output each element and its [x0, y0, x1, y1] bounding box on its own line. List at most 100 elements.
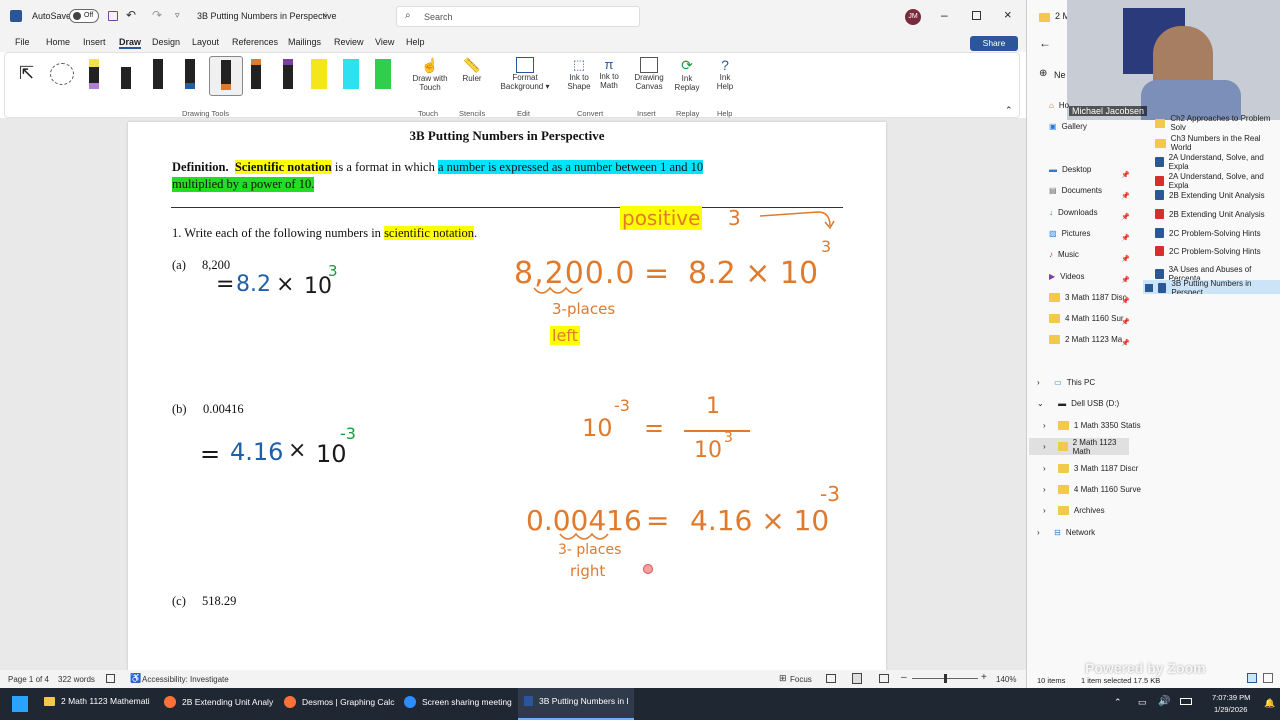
- highlighter-green-icon[interactable]: [375, 59, 391, 89]
- taskbar-item-firefox1[interactable]: 2B Extending Unit Analy: [164, 696, 273, 708]
- usb-folder[interactable]: › 3 Math 1187 Discr: [1043, 464, 1138, 473]
- user-avatar[interactable]: JM: [905, 9, 921, 25]
- proofing-icon[interactable]: [106, 674, 115, 683]
- share-button[interactable]: Share: [970, 36, 1018, 51]
- file-item[interactable]: Ch3 Numbers in the Real World: [1155, 134, 1280, 152]
- clock-date[interactable]: 1/29/2026: [1214, 705, 1247, 714]
- accessibility-status[interactable]: Accessibility: Investigate: [142, 675, 229, 684]
- pen-purple-icon[interactable]: [283, 59, 293, 89]
- word-count[interactable]: 322 words: [58, 675, 95, 684]
- tab-draw[interactable]: Draw: [119, 37, 142, 49]
- nav-gallery[interactable]: ▣ Gallery: [1049, 122, 1087, 131]
- checkbox-icon[interactable]: [1145, 283, 1153, 292]
- ink-to-math-button[interactable]: π Ink to Math: [594, 57, 624, 90]
- quick-music[interactable]: ♪ Music: [1049, 250, 1079, 259]
- quick-desktop[interactable]: ▬ Desktop: [1049, 165, 1091, 174]
- tab-file[interactable]: File: [15, 37, 30, 47]
- ruler-button[interactable]: 📏 Ruler: [457, 57, 487, 83]
- chevron-right-icon[interactable]: ›: [1037, 378, 1040, 387]
- pen-blue-icon[interactable]: [185, 59, 195, 89]
- tab-references[interactable]: References: [232, 37, 278, 47]
- usb-folder[interactable]: › 1 Math 3350 Statis: [1043, 421, 1141, 430]
- file-item[interactable]: 2B Extending Unit Analysis: [1155, 190, 1265, 200]
- file-item[interactable]: 2C Problem-Solving Hints: [1155, 228, 1261, 238]
- ink-replay-button[interactable]: ⟳ Ink Replay: [673, 57, 701, 92]
- tiles-view-icon[interactable]: [1263, 673, 1273, 683]
- ink-help-button[interactable]: ? Ink Help: [711, 57, 739, 91]
- autosave-toggle[interactable]: Off: [69, 9, 99, 23]
- focus-button[interactable]: Focus: [790, 675, 812, 684]
- zoom-in-icon[interactable]: +: [981, 672, 987, 683]
- highlighter-cyan-icon[interactable]: [343, 59, 359, 89]
- taskbar-item-word[interactable]: 3B Putting Numbers in I: [524, 696, 629, 706]
- quick-folder-1123[interactable]: 2 Math 1123 Ma: [1049, 335, 1122, 344]
- lasso-select-icon[interactable]: [50, 63, 74, 85]
- pen-orange2-icon[interactable]: [251, 59, 261, 89]
- new-button-icon[interactable]: ⊕: [1039, 68, 1047, 79]
- tab-layout[interactable]: Layout: [192, 37, 219, 47]
- quick-folder-1187[interactable]: 3 Math 1187 Disc: [1049, 293, 1127, 302]
- pen-orange-icon[interactable]: [209, 56, 243, 96]
- taskbar-item-firefox2[interactable]: Desmos | Graphing Calc: [284, 696, 394, 708]
- pen-white-icon[interactable]: [121, 59, 131, 89]
- chevron-right-icon[interactable]: ›: [1043, 506, 1046, 515]
- usb-folder-selected[interactable]: › 2 Math 1123 Math: [1029, 438, 1129, 456]
- tab-insert[interactable]: Insert: [83, 37, 106, 47]
- zoom-level[interactable]: 140%: [996, 675, 1016, 684]
- read-mode-icon[interactable]: [826, 674, 836, 683]
- chevron-right-icon[interactable]: ›: [1043, 421, 1046, 430]
- nav-network[interactable]: › ⊟ Network: [1037, 528, 1095, 537]
- back-arrow-icon[interactable]: ←: [1039, 36, 1051, 50]
- file-item-selected[interactable]: 3B Putting Numbers in Perspect: [1143, 279, 1280, 294]
- taskbar-item-zoom[interactable]: Screen sharing meeting: [404, 696, 512, 708]
- drawing-canvas-button[interactable]: Drawing Canvas: [631, 57, 667, 91]
- network-tray-icon[interactable]: ▭: [1138, 697, 1147, 708]
- chevron-right-icon[interactable]: ›: [1043, 464, 1046, 473]
- tab-review[interactable]: Review: [334, 37, 364, 47]
- quick-downloads[interactable]: ↓ Downloads: [1049, 208, 1098, 217]
- taskbar-item-explorer[interactable]: 2 Math 1123 Mathemati: [44, 696, 150, 706]
- chevron-right-icon[interactable]: ›: [1043, 442, 1046, 451]
- file-item[interactable]: 2B Extending Unit Analysis: [1155, 209, 1265, 219]
- quick-videos[interactable]: ▶ Videos: [1049, 272, 1084, 281]
- tab-view[interactable]: View: [375, 37, 394, 47]
- zoom-slider[interactable]: [912, 674, 978, 683]
- redo-icon[interactable]: ↷: [152, 8, 162, 22]
- select-cursor-icon[interactable]: ⇱: [19, 63, 34, 84]
- quick-folder-1160[interactable]: 4 Math 1160 Sur: [1049, 314, 1124, 323]
- minimize-icon[interactable]: –: [941, 8, 948, 22]
- quick-documents[interactable]: ▤ Documents: [1049, 186, 1102, 195]
- clock-time[interactable]: 7:07:39 PM: [1212, 693, 1250, 702]
- quick-pictures[interactable]: ▨ Pictures: [1049, 229, 1090, 238]
- file-item[interactable]: 2A Understand, Solve, and Expla: [1155, 172, 1280, 190]
- usb-folder[interactable]: › 4 Math 1160 Surve: [1043, 485, 1141, 494]
- tab-mailings[interactable]: Mailings: [288, 37, 321, 47]
- zoom-out-icon[interactable]: –: [901, 672, 907, 683]
- chevron-down-icon[interactable]: ⌄: [1037, 399, 1044, 408]
- nav-this-pc[interactable]: › ▭ This PC: [1037, 378, 1095, 387]
- volume-tray-icon[interactable]: 🔊: [1158, 696, 1170, 707]
- chevron-right-icon[interactable]: ›: [1037, 528, 1040, 537]
- nav-home[interactable]: ⌂ Ho: [1049, 101, 1069, 110]
- pen-yellow-icon[interactable]: [89, 59, 99, 89]
- document-title[interactable]: 3B Putting Numbers in Perspective: [197, 11, 337, 21]
- nav-usb[interactable]: ⌄ ▬ Dell USB (D:): [1037, 399, 1119, 408]
- customize-qat-icon[interactable]: ▿: [175, 10, 180, 21]
- highlighter-yellow-icon[interactable]: [311, 59, 327, 89]
- file-item[interactable]: Ch2 Approaches to Problem Solv: [1155, 114, 1280, 132]
- draw-with-touch-button[interactable]: ☝ Draw with Touch: [407, 57, 453, 92]
- ink-to-shape-button[interactable]: ⬚ Ink to Shape: [563, 57, 595, 91]
- details-view-icon[interactable]: [1247, 673, 1257, 683]
- close-icon[interactable]: ×: [1004, 7, 1012, 22]
- chevron-right-icon[interactable]: ›: [1043, 485, 1046, 494]
- notification-icon[interactable]: 🔔: [1264, 698, 1275, 709]
- print-layout-icon[interactable]: [852, 673, 862, 684]
- file-item[interactable]: 2A Understand, Solve, and Expla: [1155, 153, 1280, 171]
- maximize-icon[interactable]: [972, 11, 981, 20]
- pen-black-icon[interactable]: [153, 59, 163, 89]
- file-item[interactable]: 2C Problem-Solving Hints: [1155, 246, 1261, 256]
- document-page[interactable]: 3B Putting Numbers in Perspective Defini…: [128, 122, 886, 682]
- save-icon[interactable]: [108, 11, 118, 21]
- battery-tray-icon[interactable]: [1180, 698, 1192, 705]
- search-box[interactable]: ⌕ Search: [396, 6, 640, 27]
